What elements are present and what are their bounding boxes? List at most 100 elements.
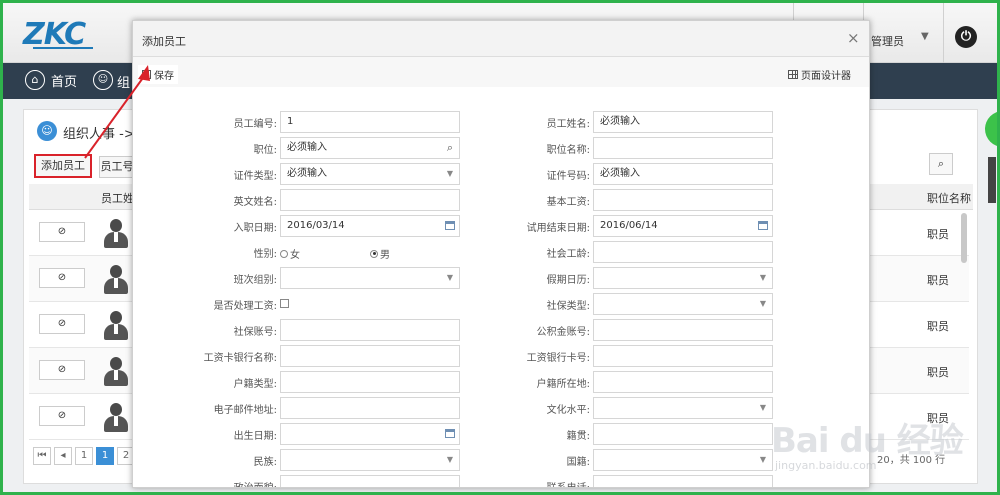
- add-employee-dialog: 添加员工 × 保存 页面设计器 员工编号: 1 职位: 必须输入 ⌕ 证件类型: 必须输入 ▼…: [132, 20, 870, 488]
- search-icon[interactable]: ⌕: [929, 153, 953, 175]
- text-input[interactable]: [593, 189, 773, 211]
- field-row: 社保类型:: [143, 293, 590, 315]
- text-input[interactable]: [593, 423, 773, 445]
- org-icon[interactable]: ☺: [93, 70, 113, 90]
- grid-icon: [788, 70, 798, 79]
- power-icon[interactable]: ⏻: [955, 26, 977, 48]
- avatar: [103, 310, 129, 340]
- field-row: 联系电话:: [143, 475, 590, 487]
- avatar: [103, 264, 129, 294]
- row-edit-button[interactable]: ⊘: [39, 268, 85, 288]
- date-input[interactable]: 2016/06/14: [593, 215, 773, 237]
- field-value: 必须输入: [600, 116, 640, 127]
- text-input[interactable]: 必须输入: [593, 111, 773, 133]
- row-position: 职员: [927, 228, 949, 241]
- select-input[interactable]: ▼: [593, 449, 773, 471]
- text-input[interactable]: [593, 137, 773, 159]
- field-value: 2016/06/14: [600, 220, 658, 231]
- save-label: 保存: [154, 71, 174, 82]
- field-label: 假期日历:: [546, 275, 590, 286]
- side-handle[interactable]: [988, 157, 996, 203]
- field-label: 国籍:: [566, 457, 590, 468]
- select-input[interactable]: ▼: [593, 293, 773, 315]
- add-employee-button[interactable]: 添加员工: [34, 154, 92, 178]
- avatar: [103, 356, 129, 386]
- close-icon[interactable]: ×: [847, 29, 860, 47]
- field-label: 试用结束日期:: [526, 223, 590, 234]
- field-label: 社会工龄:: [546, 249, 590, 260]
- text-input[interactable]: [593, 241, 773, 263]
- field-row: 工资银行卡号:: [143, 345, 590, 367]
- field-row: 文化水平:: [143, 397, 590, 419]
- field-row: 基本工资:: [143, 189, 590, 211]
- save-button[interactable]: 保存: [138, 65, 178, 84]
- field-row: 社会工龄:: [143, 241, 590, 263]
- row-position: 职员: [927, 274, 949, 287]
- field-label: 公积金账号:: [536, 327, 590, 338]
- field-label: 社保类型:: [546, 301, 590, 312]
- field-label: 职位名称:: [546, 145, 590, 156]
- chevron-down-icon[interactable]: ▼: [921, 31, 929, 42]
- field-row: 户籍所在地:: [143, 371, 590, 393]
- select-input[interactable]: ▼: [593, 267, 773, 289]
- row-position: 职员: [927, 320, 949, 333]
- row-edit-button[interactable]: ⊘: [39, 360, 85, 380]
- emp-no-button[interactable]: 员工号: [99, 156, 135, 178]
- col-position-header: 职位名称: [927, 192, 971, 205]
- save-icon: [142, 70, 151, 79]
- nav-org-label[interactable]: 组: [117, 72, 130, 91]
- page-designer-label: 页面设计器: [801, 71, 851, 82]
- avatar: [103, 402, 129, 432]
- chevron-down-icon[interactable]: ▼: [754, 294, 772, 314]
- topbar-separator: [943, 3, 944, 63]
- nav-home[interactable]: ⌂ 首页: [25, 70, 77, 90]
- first-page-button[interactable]: ⏮: [33, 447, 51, 465]
- admin-name[interactable]: 管理员: [871, 33, 904, 49]
- pager: ⏮ ◂ 1 1 2: [33, 447, 135, 465]
- field-label: 证件号码:: [546, 171, 590, 182]
- field-label: 基本工资:: [546, 197, 590, 208]
- dialog-header: 添加员工 ×: [133, 21, 869, 57]
- avatar: [103, 218, 129, 248]
- page-button[interactable]: 1: [75, 447, 93, 465]
- text-input[interactable]: [593, 475, 773, 487]
- field-label: 户籍所在地:: [536, 379, 590, 390]
- page-designer-button[interactable]: 页面设计器: [788, 67, 851, 82]
- calendar-icon[interactable]: [754, 216, 772, 236]
- field-row: 国籍:: [143, 449, 590, 471]
- employee-form: 员工编号: 1 职位: 必须输入 ⌕ 证件类型: 必须输入 ▼ 英文姓名: 入职日期: 2016/0…: [143, 87, 859, 487]
- row-edit-button[interactable]: ⊘: [39, 222, 85, 242]
- table-scrollbar[interactable]: [961, 213, 967, 263]
- field-label: 员工姓名:: [546, 119, 590, 130]
- baidu-watermark: Bai du 经验 jingyan.baidu.com: [765, 403, 995, 483]
- text-input[interactable]: [593, 319, 773, 341]
- field-value: 必须输入: [600, 168, 640, 179]
- text-input[interactable]: 必须输入: [593, 163, 773, 185]
- prev-page-button[interactable]: ◂: [54, 447, 72, 465]
- field-row: 公积金账号:: [143, 319, 590, 341]
- chevron-down-icon[interactable]: ▼: [754, 268, 772, 288]
- page-button-current[interactable]: 1: [96, 447, 114, 465]
- col-name-header: 员工姓: [101, 192, 134, 205]
- logo-underline: [33, 47, 93, 51]
- dialog-title: 添加员工: [142, 35, 186, 48]
- field-row: 员工姓名:: [143, 111, 590, 133]
- field-row: 职位名称:: [143, 137, 590, 159]
- text-input[interactable]: [593, 371, 773, 393]
- field-row: 籍贯:: [143, 423, 590, 445]
- field-label: 文化水平:: [546, 405, 590, 416]
- field-label: 籍贯:: [566, 431, 590, 442]
- breadcrumb: 组织人事 ->: [63, 127, 135, 142]
- text-input[interactable]: [593, 345, 773, 367]
- row-position: 职员: [927, 366, 949, 379]
- row-edit-button[interactable]: ⊘: [39, 406, 85, 426]
- field-row: 假期日历:: [143, 267, 590, 289]
- nav-home-label: 首页: [51, 74, 78, 90]
- select-input[interactable]: ▼: [593, 397, 773, 419]
- people-icon: ☺: [37, 121, 57, 141]
- watermark-text: Bai du 经验: [771, 421, 964, 461]
- row-edit-button[interactable]: ⊘: [39, 314, 85, 334]
- watermark-url: jingyan.baidu.com: [775, 459, 877, 472]
- dialog-toolbar: 保存 页面设计器: [133, 57, 869, 87]
- home-icon: ⌂: [25, 70, 45, 90]
